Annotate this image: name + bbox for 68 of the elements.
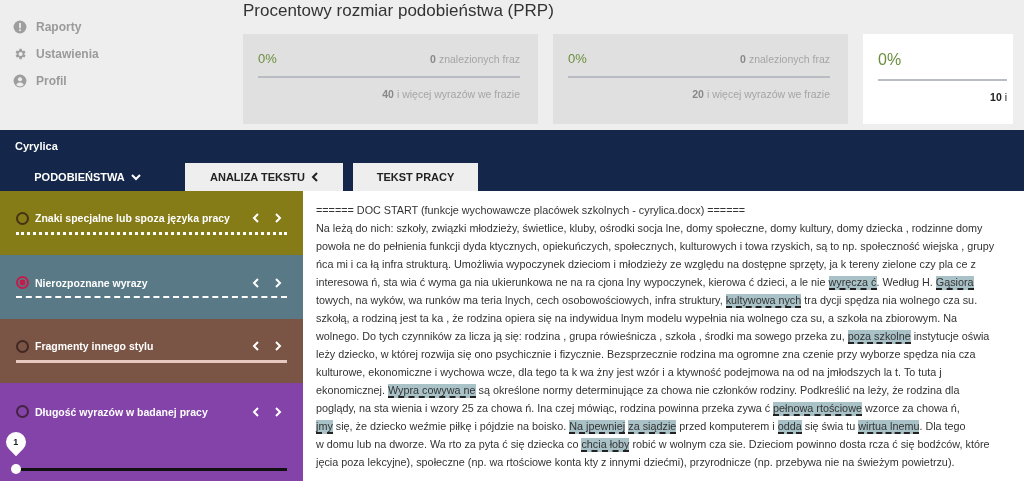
- radio-button[interactable]: [16, 339, 29, 353]
- chevron-right-icon: [275, 277, 282, 288]
- body-text: są określone normy determinujące za chowa nie członków rodziny. Podkreślić na leży, że rodzina dla: [477, 384, 960, 396]
- body-text: tra dycji spędza nia wolnego cza su.: [803, 294, 978, 306]
- chevron-right-icon: [275, 406, 282, 417]
- prp-card[interactable]: 0% 10 i: [863, 34, 1013, 124]
- highlighted-phrase[interactable]: odda: [777, 420, 802, 434]
- percent-value: 0%: [568, 51, 587, 66]
- body-text: szkołą, a rodziną jest ta ka , że rodzina opiera się na indywidua lnym modelu wypełnia nia wolnego cza su, a szkoła na zbiorowym. Na: [316, 312, 957, 324]
- radio-button[interactable]: [16, 405, 29, 418]
- radio-button[interactable]: [16, 276, 29, 289]
- chevron-right-icon: [275, 341, 282, 351]
- body-text: . Dla tego: [919, 420, 966, 432]
- highlighted-phrase[interactable]: poza szkolne: [847, 330, 911, 344]
- percent-value: 0%: [878, 51, 902, 69]
- highlighted-phrase[interactable]: jmy: [316, 420, 333, 434]
- radio-button[interactable]: [16, 211, 29, 225]
- highlighted-phrase[interactable]: pełnowa rtościowe: [773, 402, 862, 416]
- chevron-left-icon: [252, 277, 259, 288]
- body-text: w domu lub na dworze. Wa rto za pyta ć się dziecka co: [316, 438, 580, 450]
- tab[interactable]: ANALIZA TEKSTU: [185, 163, 343, 191]
- body-text: ====== DOC START (funkcje wychowawcze placówek szkolnych - cyrylica.docx) ======: [316, 204, 746, 216]
- body-text: wzorce za chowa ń,: [863, 402, 960, 414]
- highlighted-phrase[interactable]: kultywowa nych: [725, 294, 802, 308]
- document-type-label: Cyrylica: [15, 140, 58, 152]
- alert-icon: [13, 20, 27, 34]
- section-title: Procentowy rozmiar podobieństwa (PRP): [243, 1, 555, 21]
- tab[interactable]: TEKST PRACY: [353, 163, 478, 191]
- body-text: powoła ne do pełnienia funkcji dyda ktycznych, opiekuńczych, społecznych, kulturowych i towa rzyskich, są to np. społeczność wiejska , grupy: [316, 240, 995, 252]
- body-text: leży dziecko, w której rozwija się ono psychicznie i fizycznie. Bezsprzecznie rodzina ma ogromne zna czenie przy wyborze spędza nia cza: [316, 348, 976, 360]
- body-text: interesowa ń, sta wia ć wyma ga nia ukierunkowa ne na ra cjona lny wypoczynek, kierowa ć dzieci, a le nie: [316, 276, 827, 288]
- body-text: jęcia poza lekcyjne), społeczne (np. wa rtościowe konta kty z innymi dziećmi), przyrodnicze (np. przebywa nie na świeżym powietrzu).: [316, 456, 955, 468]
- min-words-label: 10 i: [989, 91, 1007, 103]
- tab[interactable]: PODOBIEŃSTWA: [0, 163, 175, 191]
- body-text: kulturowe, ekonomiczne i wychowa wcze, dla tego ta k wa żny jest wzór i a ktywność podejmowa na od na jmłodszych la t. To tuta j: [316, 366, 942, 378]
- body-text: poglądy, na sta wienia i wzory 25 za chowa ń. Ina czej mówiąc, rodzina powinna przeka zywa ć: [316, 402, 772, 414]
- slider-thumb[interactable]: [11, 464, 21, 474]
- user-icon: [13, 74, 27, 88]
- category-label: Długość wyrazów w badanej pracy: [35, 405, 209, 418]
- slider[interactable]: 1: [2, 424, 301, 474]
- highlighted-phrase[interactable]: za siądzie: [628, 420, 677, 434]
- settings-icon: [13, 47, 27, 61]
- found-phrases-count: 0 znalezionych fraz: [430, 52, 520, 65]
- chevron-left-icon: [252, 213, 259, 223]
- body-text: Na leżą do nich: szkoły, związki młodzieży, świetlice, kluby, ośrodki socja lne, domy społeczne, domy kultury, domy dziecka , rodzinne domy: [316, 222, 983, 234]
- body-text: ńca mi i ca łą infra strukturą. Umożliwia wypoczynek dzieciom i młodzieży ze względu na dostępne sprzęty, ja k tereny zielone czy pla ce z: [316, 258, 976, 270]
- highlighted-phrase[interactable]: Gąsiora: [935, 276, 974, 290]
- percent-value: 0%: [258, 51, 277, 66]
- body-text: się, że dziecko weźmie piłkę i pójdzie na boisko.: [334, 420, 568, 432]
- highlighted-phrase[interactable]: Na jpewniej: [569, 420, 626, 434]
- body-text: przed komputerem i: [678, 420, 776, 432]
- body-text: . Według H.: [876, 276, 934, 288]
- chevron-left-icon: [252, 406, 259, 417]
- body-text: wolnego. Do tych czynników za licza ją się: rodzina , grupa rówieśnicza , szkoła , środki ma sowego przeka zu,: [316, 330, 846, 342]
- category-label: Znaki specjalne lub spoza języka pracy: [35, 212, 231, 224]
- chevron-down-icon: [130, 173, 141, 181]
- chevron-left-icon: [252, 341, 259, 351]
- category-label: Nierozpoznane wyrazy: [35, 276, 149, 289]
- body-text: instytucje oświa: [912, 330, 990, 342]
- found-phrases-count: 0 znalezionych fraz: [740, 52, 830, 65]
- body-text: robić w wolnym cza sie. Dzieciom powinno dosta rcza ć się bodźców, które: [631, 438, 990, 450]
- body-text: ekonomicznej.: [316, 384, 386, 396]
- chevron-left-icon: [310, 172, 318, 182]
- body-text: towych, na wyków, wa runków ma teria lnych, cech osobowościowych, infra struktury,: [316, 294, 724, 306]
- chevron-right-icon: [275, 213, 282, 223]
- category-label: Fragmenty innego stylu: [35, 340, 155, 352]
- body-text: się świa tu: [803, 420, 857, 432]
- highlighted-phrase[interactable]: Wypra cowywa ne: [388, 384, 476, 398]
